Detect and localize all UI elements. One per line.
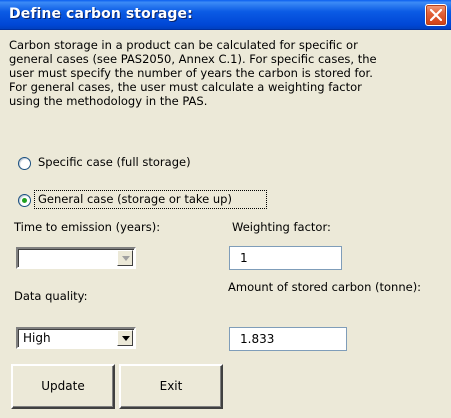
- update-button[interactable]: Update: [11, 364, 115, 409]
- quality-dropdown-button[interactable]: [117, 330, 133, 346]
- description-text: Carbon storage in a product can be calcu…: [9, 38, 445, 108]
- general-case-radio[interactable]: [18, 194, 31, 207]
- description-line: user must specify the number of years th…: [9, 66, 373, 80]
- description-line: general cases (see PAS2050, Annex C.1). …: [9, 52, 377, 66]
- define-carbon-storage-dialog: Define carbon storage: Carbon storage in…: [0, 0, 451, 418]
- stored-carbon-input[interactable]: 1.833: [229, 327, 347, 351]
- close-icon: [430, 9, 442, 21]
- time-to-emission-select[interactable]: [16, 247, 136, 269]
- time-to-emission-label: Time to emission (years):: [14, 220, 161, 234]
- stored-carbon-label: Amount of stored carbon (tonne):: [228, 280, 422, 294]
- description-line: Carbon storage in a product can be calcu…: [9, 38, 358, 52]
- chevron-down-icon: [122, 256, 130, 261]
- title-bar[interactable]: Define carbon storage:: [0, 0, 451, 30]
- specific-case-label[interactable]: Specific case (full storage): [38, 155, 191, 169]
- description-line: For general cases, the user must calcula…: [9, 80, 362, 94]
- data-quality-label: Data quality:: [14, 289, 88, 303]
- exit-button[interactable]: Exit: [119, 364, 223, 409]
- data-quality-value: High: [23, 331, 51, 345]
- radio-selected-dot: [22, 198, 27, 203]
- general-case-label[interactable]: General case (storage or take up): [38, 192, 232, 206]
- chevron-down-icon: [122, 336, 130, 341]
- close-button[interactable]: [425, 4, 447, 26]
- weighting-factor-label: Weighting factor:: [232, 220, 331, 234]
- dialog-title: Define carbon storage:: [9, 6, 193, 22]
- specific-case-radio[interactable]: [18, 157, 31, 170]
- weighting-factor-input[interactable]: 1: [229, 246, 342, 270]
- description-line: using the methodology in the PAS.: [9, 94, 208, 108]
- data-quality-select[interactable]: High: [16, 327, 136, 349]
- time-dropdown-button[interactable]: [117, 250, 133, 266]
